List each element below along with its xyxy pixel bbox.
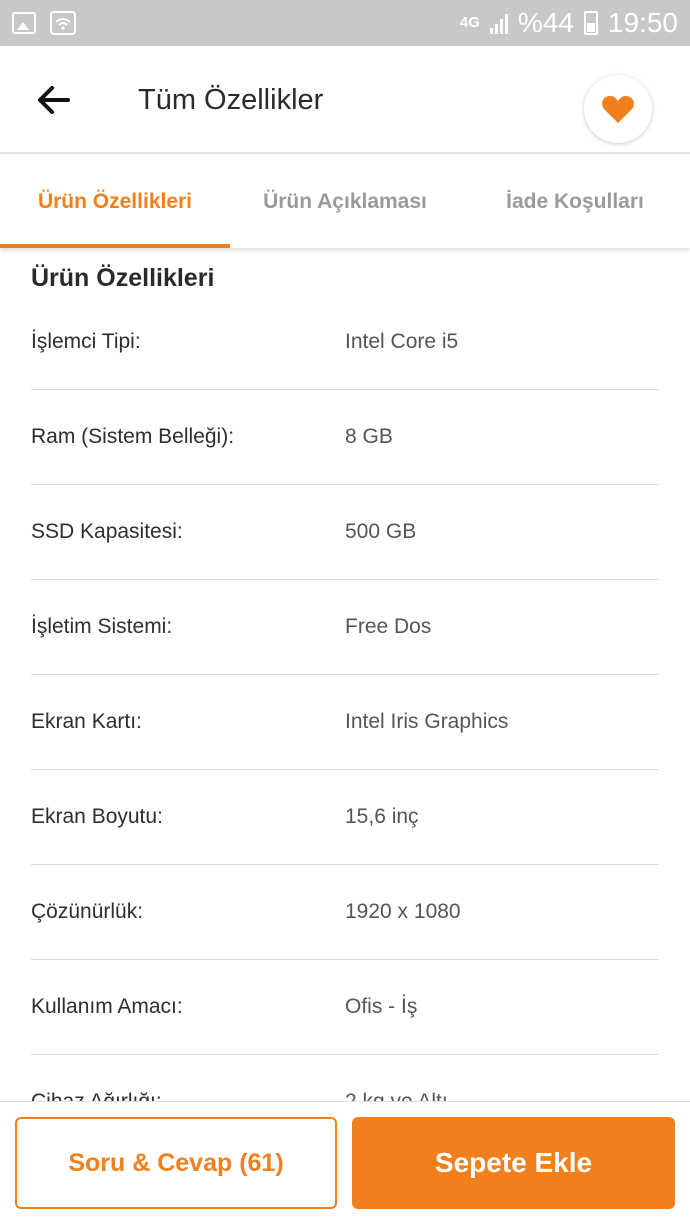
spec-value: Ofis - İş bbox=[345, 995, 418, 1018]
spec-label: Ekran Boyutu: bbox=[31, 805, 163, 828]
battery-icon bbox=[583, 11, 598, 35]
spec-value: Intel Iris Graphics bbox=[345, 710, 509, 733]
spec-label: Ekran Kartı: bbox=[31, 710, 142, 733]
section-title: Ürün Özellikleri bbox=[31, 264, 215, 292]
signal-icon bbox=[489, 12, 508, 34]
spec-value: 500 GB bbox=[345, 520, 417, 543]
spec-label: İşlemci Tipi: bbox=[31, 330, 141, 353]
bottom-action-bar: Soru & Cevap (61) Sepete Ekle bbox=[0, 1101, 690, 1227]
spec-row: İşletim Sistemi: Free Dos bbox=[31, 580, 659, 675]
spec-label: Kullanım Amacı: bbox=[31, 995, 183, 1018]
add-to-cart-button[interactable]: Sepete Ekle bbox=[352, 1117, 675, 1209]
arrow-left-icon bbox=[38, 86, 70, 114]
qa-button[interactable]: Soru & Cevap (61) bbox=[15, 1117, 337, 1209]
tab-product-features[interactable]: Ürün Özellikleri bbox=[0, 156, 230, 248]
tab-return-conditions[interactable]: İade Koşulları bbox=[460, 156, 690, 248]
spec-label: İşletim Sistemi: bbox=[31, 615, 173, 638]
tab-product-description[interactable]: Ürün Açıklaması bbox=[230, 156, 460, 248]
spec-label: Ram (Sistem Belleği): bbox=[31, 425, 235, 448]
status-bar: 4G %44 19:50 bbox=[0, 0, 690, 46]
spec-label: Çözünürlük: bbox=[31, 900, 144, 923]
spec-value: Intel Core i5 bbox=[345, 330, 459, 353]
spec-row: SSD Kapasitesi: 500 GB bbox=[31, 485, 659, 580]
spec-value: 15,6 inç bbox=[345, 805, 419, 828]
spec-content[interactable]: Ürün Özellikleri İşlemci Tipi: Intel Cor… bbox=[0, 248, 690, 1102]
image-icon bbox=[12, 12, 36, 34]
page-title: Tüm Özellikler bbox=[138, 84, 324, 116]
status-right: 4G %44 19:50 bbox=[460, 7, 678, 39]
clock: 19:50 bbox=[607, 7, 678, 38]
spec-label: SSD Kapasitesi: bbox=[31, 520, 183, 543]
spec-row: Kullanım Amacı: Ofis - İş bbox=[31, 960, 659, 1055]
spec-value: Free Dos bbox=[345, 615, 432, 638]
status-left bbox=[12, 11, 76, 35]
spec-value: 8 GB bbox=[345, 425, 393, 448]
spec-value: 1920 x 1080 bbox=[345, 900, 461, 923]
battery-percent: %44 bbox=[517, 7, 574, 38]
spec-row: Ram (Sistem Belleği): 8 GB bbox=[31, 390, 659, 485]
favorite-button[interactable] bbox=[584, 75, 652, 143]
network-type: 4G bbox=[459, 14, 480, 31]
heart-icon bbox=[602, 95, 634, 123]
spec-row: Ekran Boyutu: 15,6 inç bbox=[31, 770, 659, 865]
spec-list: İşlemci Tipi: Intel Core i5 Ram (Sistem … bbox=[31, 295, 659, 1102]
app-bar: Tüm Özellikler bbox=[0, 46, 690, 154]
tab-bar: Ürün Özellikleri Ürün Açıklaması İade Ko… bbox=[0, 156, 690, 248]
back-button[interactable] bbox=[30, 76, 78, 124]
spec-row: Ekran Kartı: Intel Iris Graphics bbox=[31, 675, 659, 770]
spec-row: Çözünürlük: 1920 x 1080 bbox=[31, 865, 659, 960]
spec-row: Cihaz Ağırlığı: 2 kg ve Altı bbox=[31, 1055, 659, 1102]
wifi-icon bbox=[50, 11, 76, 35]
spec-row: İşlemci Tipi: Intel Core i5 bbox=[31, 295, 659, 390]
